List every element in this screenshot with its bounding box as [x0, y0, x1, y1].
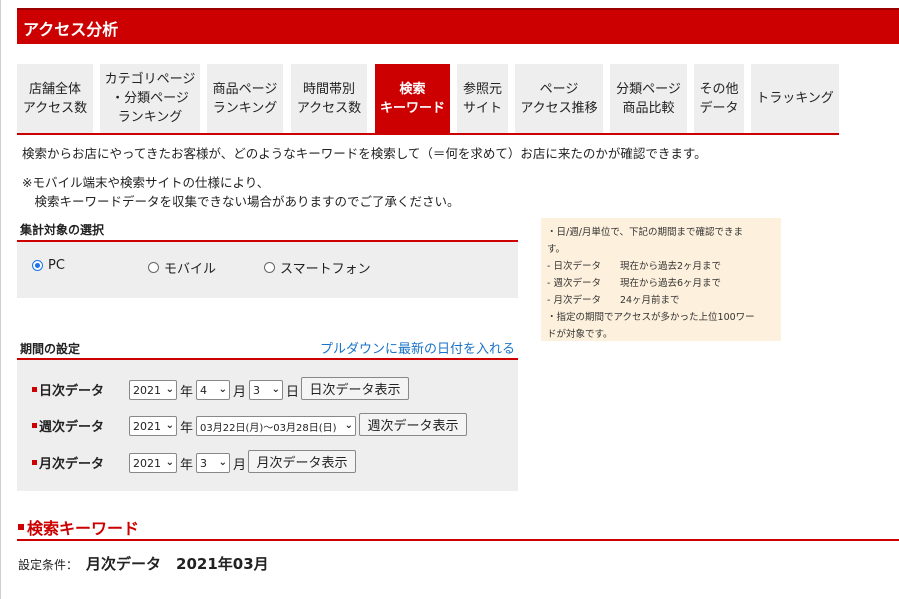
daily-month-select[interactable]: 4 ⌄	[196, 380, 230, 400]
chevron-down-icon: ⌄	[165, 420, 174, 431]
tab-store-access[interactable]: 店舗全体 アクセス数	[17, 64, 93, 133]
weekly-show-button[interactable]: 週次データ表示	[359, 413, 467, 436]
radio-unselected-icon	[264, 262, 275, 273]
radio-smartphone[interactable]: スマートフォン	[264, 258, 371, 277]
condition-value: 月次データ 2021年03月	[86, 555, 269, 573]
target-section-title: 集計対象の選択	[20, 223, 105, 237]
monthly-month-value: 3	[200, 456, 207, 470]
daily-day-unit: 日	[286, 385, 300, 400]
weekly-week-select[interactable]: 03月22日(月)～03月28日(日) ⌄	[196, 416, 356, 436]
fill-latest-date-link[interactable]: プルダウンに最新の日付を入れる	[320, 338, 515, 357]
monthly-label-text: 月次データ	[39, 457, 105, 472]
page-header: アクセス分析	[17, 8, 899, 44]
daily-month-unit: 月	[233, 385, 247, 400]
tab-referrer-site[interactable]: 参照元 サイト	[457, 64, 508, 133]
chevron-down-icon: ⌄	[271, 384, 280, 395]
tab-category-product-compare[interactable]: 分類ページ 商品比較	[610, 64, 687, 133]
keyword-title-text: 検索キーワード	[27, 519, 140, 538]
daily-year-select[interactable]: 2021 ⌄	[129, 380, 177, 400]
period-section-title: 期間の設定	[20, 342, 81, 356]
weekly-row-label: 週次データ	[32, 416, 104, 435]
page-description: 検索からお店にやってきたお客様が、どのようなキーワードを検索して（＝何を求めて）…	[22, 146, 707, 161]
chevron-down-icon: ⌄	[165, 457, 174, 468]
weekly-label-text: 週次データ	[39, 420, 105, 435]
red-square-bullet-icon	[32, 423, 37, 428]
red-square-bullet-icon	[32, 460, 37, 465]
monthly-year-select[interactable]: 2021 ⌄	[129, 453, 177, 473]
daily-day-value: 3	[253, 383, 260, 397]
condition-line: 設定条件： 月次データ 2021年03月	[18, 553, 269, 574]
monthly-month-select[interactable]: 3 ⌄	[196, 453, 230, 473]
monthly-year-unit: 年	[180, 458, 194, 473]
tab-search-keyword[interactable]: 検索 キーワード	[375, 64, 450, 133]
chevron-down-icon: ⌄	[218, 457, 227, 468]
daily-year-unit: 年	[180, 385, 194, 400]
tab-category-ranking[interactable]: カテゴリページ ・分類ページ ランキング	[100, 64, 200, 133]
monthly-show-button[interactable]: 月次データ表示	[248, 450, 356, 473]
tab-other-data[interactable]: その他 データ	[694, 64, 744, 133]
monthly-month-unit: 月	[233, 458, 247, 473]
monthly-row-label: 月次データ	[32, 453, 104, 472]
chevron-down-icon: ⌄	[165, 384, 174, 395]
daily-show-button[interactable]: 日次データ表示	[301, 377, 409, 400]
chevron-down-icon: ⌄	[344, 420, 353, 431]
condition-label: 設定条件：	[18, 558, 79, 572]
tab-hourly-access[interactable]: 時間帯別 アクセス数	[291, 64, 367, 133]
red-square-bullet-icon	[18, 524, 24, 530]
daily-row-label: 日次データ	[32, 380, 104, 399]
radio-selected-icon	[32, 260, 43, 271]
keyword-section-title: 検索キーワード	[18, 515, 139, 539]
daily-day-select[interactable]: 3 ⌄	[249, 380, 283, 400]
radio-smartphone-label: スマートフォン	[280, 262, 371, 277]
red-square-bullet-icon	[32, 387, 37, 392]
page-left-border	[0, 0, 1, 599]
daily-year-value: 2021	[133, 383, 161, 397]
daily-label-text: 日次データ	[39, 384, 105, 399]
page-title: アクセス分析	[23, 20, 119, 39]
tab-page-access-trend[interactable]: ページ アクセス推移	[515, 64, 603, 133]
weekly-year-value: 2021	[133, 419, 161, 433]
radio-mobile-label: モバイル	[164, 262, 217, 277]
keyword-section-rule	[17, 539, 899, 541]
radio-pc[interactable]: PC	[32, 258, 65, 273]
radio-unselected-icon	[148, 262, 159, 273]
tab-product-ranking[interactable]: 商品ページ ランキング	[207, 64, 283, 133]
notice-text: ※モバイル端末や検索サイトの仕様により、 検索キーワードデータを収集できない場合…	[22, 175, 460, 209]
period-info-box: ・日/週/月単位で、下記の期間まで確認できま す。 - 日次データ 現在から過去…	[541, 218, 781, 341]
weekly-year-select[interactable]: 2021 ⌄	[129, 416, 177, 436]
radio-pc-label: PC	[48, 258, 65, 273]
tab-tracking[interactable]: トラッキング	[751, 64, 839, 133]
chevron-down-icon: ⌄	[218, 384, 227, 395]
weekly-week-value: 03月22日(月)～03月28日(日)	[200, 422, 337, 434]
weekly-year-unit: 年	[180, 421, 194, 436]
tab-underline	[17, 133, 839, 135]
radio-mobile[interactable]: モバイル	[148, 258, 216, 277]
daily-month-value: 4	[200, 383, 207, 397]
monthly-year-value: 2021	[133, 456, 161, 470]
